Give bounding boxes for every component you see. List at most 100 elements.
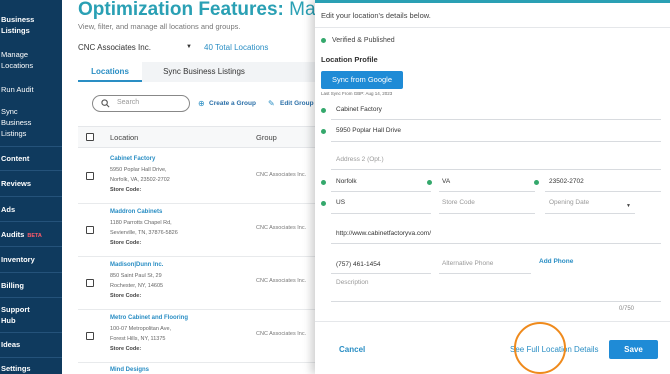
- cancel-button[interactable]: Cancel: [339, 345, 365, 354]
- field-underline: [331, 191, 431, 192]
- row-checkbox[interactable]: [86, 332, 94, 340]
- location-name-link[interactable]: Cabinet Factory: [110, 156, 155, 162]
- state-field[interactable]: VA: [442, 178, 450, 185]
- field-underline: [331, 273, 431, 274]
- sidebar-item-ads[interactable]: Ads: [0, 204, 62, 215]
- location-city: Sevierville, TN, 37876-5826: [110, 230, 178, 236]
- sidebar-divider: [0, 272, 62, 273]
- sidebar-item-inventory[interactable]: Inventory: [0, 254, 62, 265]
- tab-locations[interactable]: Locations: [78, 62, 142, 82]
- sidebar-divider: [0, 246, 62, 247]
- city-field[interactable]: Norfolk: [336, 178, 357, 185]
- address-line-1-field[interactable]: 5950 Poplar Hall Drive: [336, 127, 401, 134]
- sidebar-divider: [0, 221, 62, 222]
- sidebar-item-audits-label: Audits: [1, 230, 25, 239]
- location-group: CNC Associates Inc.: [256, 331, 307, 337]
- business-name-field[interactable]: Cabinet Factory: [336, 106, 382, 113]
- sidebar-item-reviews[interactable]: Reviews: [0, 178, 62, 189]
- opening-date-field[interactable]: Opening Date: [549, 199, 589, 206]
- location-name-link[interactable]: Madison|Dunn Inc.: [110, 262, 163, 268]
- search-placeholder: Search: [117, 99, 140, 106]
- row-checkbox[interactable]: [86, 279, 94, 287]
- required-field-dot: [534, 180, 539, 185]
- sidebar-item-audits[interactable]: Audits BETA: [0, 229, 62, 242]
- location-city: Rochester, NY, 14605: [110, 283, 164, 289]
- column-header-group[interactable]: Group: [256, 133, 277, 142]
- column-header-location[interactable]: Location: [110, 133, 138, 142]
- search-input[interactable]: Search: [92, 95, 190, 112]
- total-locations-link[interactable]: 40 Total Locations: [204, 43, 268, 52]
- description-char-counter: 0/750: [619, 306, 635, 312]
- sidebar-divider: [0, 357, 62, 358]
- website-field[interactable]: http://www.cabinetfactoryva.com/: [336, 230, 431, 237]
- save-button[interactable]: Save: [609, 340, 658, 359]
- field-underline: [545, 213, 635, 214]
- store-code: Store Code:: [110, 346, 142, 352]
- location-group: CNC Associates Inc.: [256, 278, 307, 284]
- field-underline: [439, 273, 531, 274]
- location-group: CNC Associates Inc.: [256, 225, 307, 231]
- field-underline: [331, 119, 661, 120]
- location-city: Forest Hills, NY, 11375: [110, 336, 166, 342]
- zip-field[interactable]: 23502-2702: [549, 178, 584, 185]
- select-all-checkbox[interactable]: [86, 133, 94, 141]
- sidebar-item-sync-business-listings[interactable]: Sync Business Listings: [0, 106, 62, 139]
- location-profile-title: Location Profile: [321, 55, 378, 64]
- location-address: 100-07 Metropolitan Ave,: [110, 326, 172, 332]
- sidebar-item-business-listings[interactable]: Business Listings: [0, 14, 62, 36]
- country-field[interactable]: US: [336, 199, 345, 206]
- field-underline: [331, 301, 661, 302]
- add-phone-link[interactable]: Add Phone: [539, 258, 573, 265]
- page-subtitle: View, filter, and manage all locations a…: [78, 22, 241, 31]
- row-checkbox[interactable]: [86, 172, 94, 180]
- location-address: 850 Saint Paul St, 29: [110, 273, 162, 279]
- company-select[interactable]: CNC Associates Inc.: [78, 43, 151, 52]
- see-full-location-details-link[interactable]: See Full Location Details: [510, 345, 599, 354]
- tab-sync-business-listings[interactable]: Sync Business Listings: [144, 62, 264, 82]
- description-field[interactable]: Description: [336, 279, 369, 286]
- location-group: CNC Associates Inc.: [256, 172, 307, 178]
- search-icon: [101, 99, 110, 108]
- chevron-down-icon[interactable]: ▼: [626, 203, 631, 209]
- edit-icon[interactable]: ✎: [268, 99, 275, 108]
- required-field-dot: [321, 129, 326, 134]
- edit-location-panel: Edit your location's details below. Veri…: [315, 0, 670, 374]
- row-checkbox[interactable]: [86, 226, 94, 234]
- location-address: 5950 Poplar Hall Drive,: [110, 167, 167, 173]
- panel-intro: Edit your location's details below.: [321, 11, 431, 20]
- last-sync-text: Last Sync From GBP: Aug 14, 2023: [321, 91, 393, 96]
- location-name-link[interactable]: Maddron Cabinets: [110, 209, 162, 215]
- sidebar-divider: [0, 170, 62, 171]
- address-line-2-field[interactable]: Address 2 (Opt.): [336, 156, 384, 163]
- sidebar-item-run-audit[interactable]: Run Audit: [0, 84, 62, 95]
- required-field-dot: [321, 201, 326, 206]
- required-field-dot: [321, 180, 326, 185]
- edit-group-link[interactable]: Edit Group: [280, 100, 314, 107]
- location-name-link[interactable]: Metro Cabinet and Flooring: [110, 315, 188, 321]
- sync-from-google-button[interactable]: Sync from Google: [321, 71, 403, 89]
- phone-field[interactable]: (757) 461-1454: [336, 261, 380, 268]
- sidebar-item-billing[interactable]: Billing: [0, 280, 62, 291]
- sidebar-item-ideas[interactable]: Ideas: [0, 339, 62, 350]
- field-underline: [439, 191, 535, 192]
- beta-badge: BETA: [27, 233, 42, 239]
- store-code: Store Code:: [110, 293, 142, 299]
- location-name-link[interactable]: Mind Designs: [110, 367, 149, 373]
- sidebar-divider: [0, 297, 62, 298]
- location-city: Norfolk, VA, 23502-2702: [110, 177, 170, 183]
- alternative-phone-field[interactable]: Alternative Phone: [442, 260, 493, 267]
- sidebar-item-manage-locations[interactable]: Manage Locations: [0, 49, 62, 71]
- sidebar-item-support-hub[interactable]: Support Hub: [0, 304, 62, 326]
- verified-status-text: Verified & Published: [332, 37, 395, 44]
- store-code: Store Code:: [110, 187, 142, 193]
- plus-circle-icon[interactable]: ⊕: [198, 99, 205, 108]
- sidebar-item-content[interactable]: Content: [0, 153, 62, 164]
- page-title-bold: Optimization Features:: [78, 0, 284, 20]
- sidebar-divider: [0, 146, 62, 147]
- create-group-link[interactable]: Create a Group: [209, 100, 256, 107]
- sidebar-divider: [0, 196, 62, 197]
- store-code-field[interactable]: Store Code: [442, 199, 475, 206]
- chevron-down-icon[interactable]: ▼: [186, 44, 192, 50]
- sidebar-item-settings[interactable]: Settings: [0, 363, 62, 374]
- verified-status-dot: [321, 38, 326, 43]
